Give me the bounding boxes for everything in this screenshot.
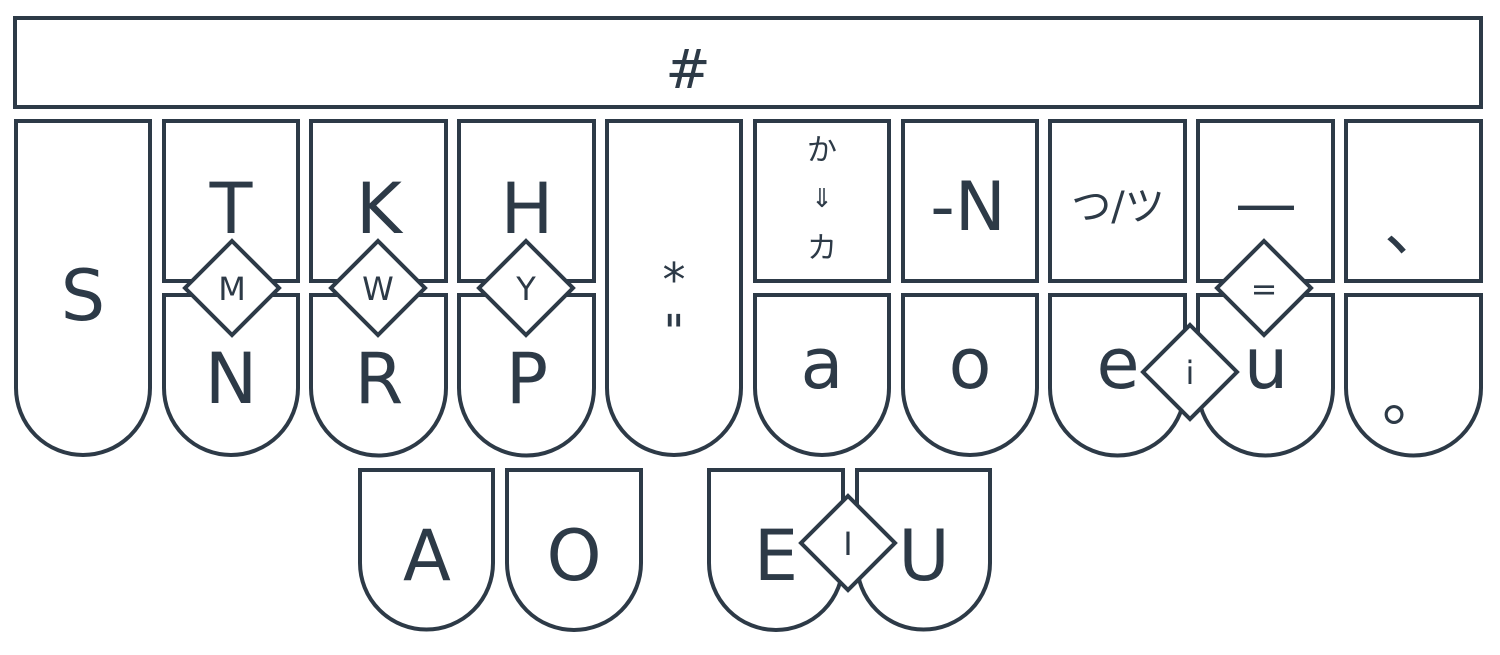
key-star-label: * xyxy=(663,253,686,307)
key-p-label: P xyxy=(506,338,548,420)
key-o-label: o xyxy=(949,323,992,405)
key-t-label: T xyxy=(209,168,253,250)
key-n-label: N xyxy=(205,338,257,420)
key-e-label: e xyxy=(1096,323,1139,405)
key-ka-hiragana-label: か xyxy=(807,133,837,168)
key-period-label: 。 xyxy=(1382,362,1444,435)
combo-i-lower-label: i xyxy=(1186,354,1195,392)
key-vowel-u-label: U xyxy=(898,515,949,597)
key-h-label: H xyxy=(501,168,554,250)
combo-i-upper-label: I xyxy=(843,525,852,563)
key-ka-arrow-label: ⇓ xyxy=(811,184,833,214)
key-a-label: a xyxy=(801,323,844,405)
combo-m-label: M xyxy=(218,270,246,308)
key-r-label: R xyxy=(355,338,404,420)
key-long-dash-label: — xyxy=(1235,167,1297,240)
key-vowel-e-label: E xyxy=(754,515,798,597)
key-comma-label: 、 xyxy=(1384,192,1448,266)
steno-keyboard-layout: # S T K H N R P * " か ⇓ カ -N つ/ツ — 、 a o… xyxy=(13,16,1483,632)
combo-w-label: W xyxy=(362,270,394,308)
combo-equals-label: = xyxy=(1251,270,1278,308)
key-star-quote-label: " xyxy=(663,305,684,359)
key-dash-n-label: -N xyxy=(930,168,1005,247)
number-bar-key[interactable] xyxy=(13,16,1483,109)
key-s-label: S xyxy=(61,255,105,337)
number-bar-label: # xyxy=(665,38,710,101)
key-tsu-label: つ/ツ xyxy=(1071,184,1164,230)
key-ka-katakana-label: カ xyxy=(807,231,837,266)
key-vowel-o-label: O xyxy=(546,515,601,597)
key-vowel-a-label: A xyxy=(403,515,451,597)
key-k-label: K xyxy=(356,168,404,250)
combo-y-label: Y xyxy=(515,270,536,308)
